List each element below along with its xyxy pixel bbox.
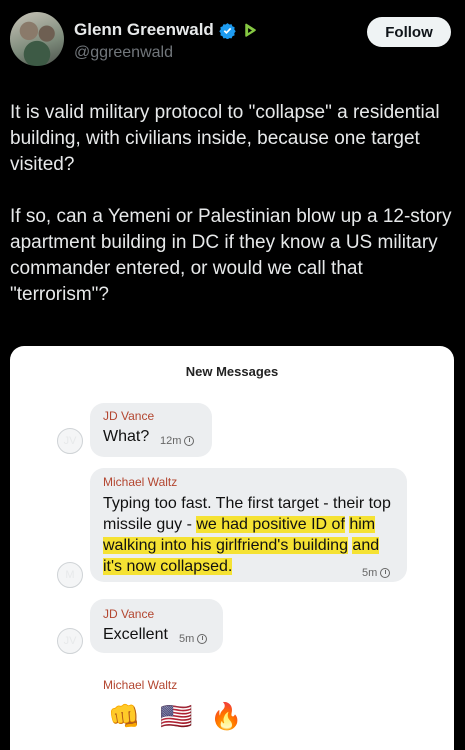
message-time: 5m xyxy=(362,567,391,579)
author-handle[interactable]: @ggreenwald xyxy=(74,44,173,62)
tweet-text: It is valid military protocol to "collap… xyxy=(10,100,458,334)
message-time: 5m xyxy=(179,633,208,645)
avatar: JV xyxy=(57,628,83,654)
attached-image[interactable]: New Messages JV JD Vance What? 12m M Mic… xyxy=(10,346,454,750)
message-sender: Michael Waltz xyxy=(103,678,178,692)
message-sender: Michael Waltz xyxy=(103,475,178,489)
message-time: 12m xyxy=(160,435,195,447)
follow-button[interactable]: Follow xyxy=(367,17,451,47)
avatar[interactable] xyxy=(10,12,64,66)
message-time-label: 12m xyxy=(160,435,182,447)
message-text: What? xyxy=(103,428,150,445)
verified-badge-icon xyxy=(219,22,236,39)
message-time-label: 5m xyxy=(362,567,378,579)
tweet-paragraph: It is valid military protocol to "collap… xyxy=(10,102,440,175)
fist-emoji-icon: 👊 xyxy=(108,701,141,731)
tweet-header: Glenn Greenwald @ggreenwald Follow xyxy=(0,0,465,90)
message-sender: JD Vance xyxy=(103,607,155,621)
clock-icon xyxy=(380,568,391,578)
clock-icon xyxy=(184,436,195,446)
highlighted-text: we had positive ID of xyxy=(196,516,345,533)
avatar: M xyxy=(57,562,83,588)
clock-icon xyxy=(197,634,208,644)
fire-emoji-icon: 🔥 xyxy=(210,701,243,731)
rumble-play-icon xyxy=(245,23,256,37)
message-sender: JD Vance xyxy=(103,409,155,423)
messages-title: New Messages xyxy=(185,364,279,379)
avatar: JV xyxy=(57,428,83,454)
message-text: Typing too fast. The first target - thei… xyxy=(103,493,398,577)
us-flag-emoji-icon: 🇺🇸 xyxy=(160,701,193,731)
message-text: Excellent xyxy=(103,626,168,643)
message-time-label: 5m xyxy=(179,633,195,645)
tweet-paragraph: If so, can a Yemeni or Palestinian blow … xyxy=(10,206,452,305)
author-display-name[interactable]: Glenn Greenwald xyxy=(74,20,214,40)
author-name-row: Glenn Greenwald xyxy=(74,20,258,40)
